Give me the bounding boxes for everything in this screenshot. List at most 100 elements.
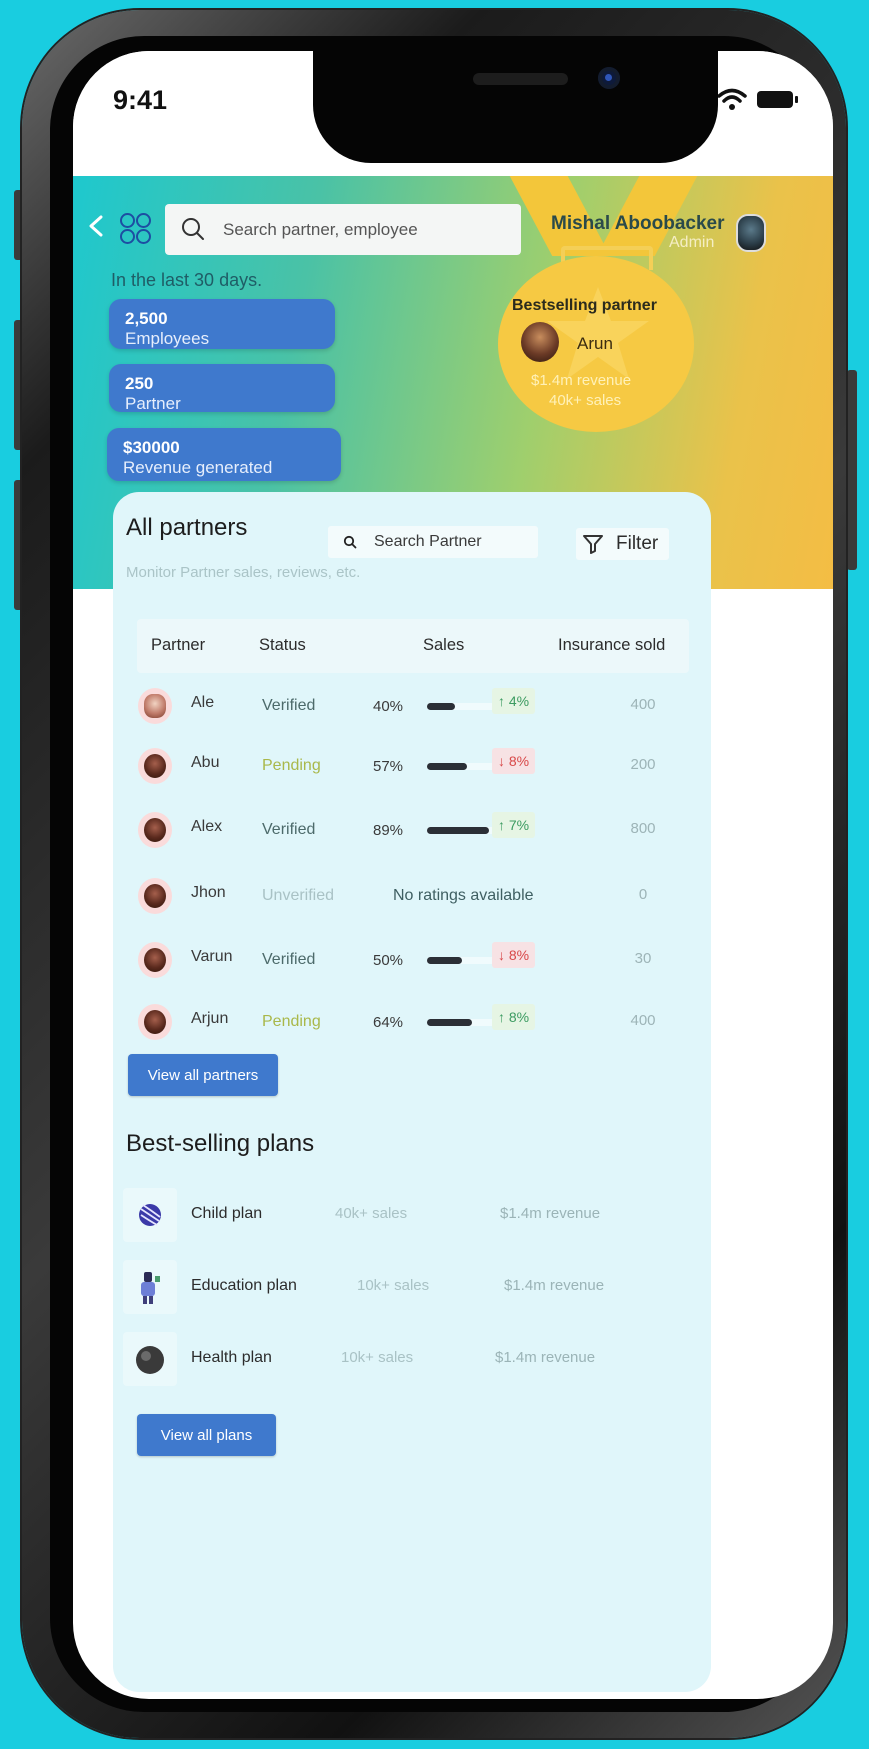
filter-button[interactable]: Filter bbox=[576, 528, 669, 560]
partner-name: Abu bbox=[191, 754, 220, 771]
stat-label: Revenue generated bbox=[123, 458, 273, 477]
plan-sales: 40k+ sales bbox=[335, 1205, 408, 1222]
plan-sales: 10k+ sales bbox=[357, 1277, 430, 1294]
sales-bar-fill bbox=[427, 703, 455, 710]
power-button bbox=[847, 370, 857, 570]
education-plan-icon bbox=[123, 1260, 177, 1314]
plan-name: Child plan bbox=[191, 1205, 263, 1222]
wifi-icon bbox=[717, 88, 747, 110]
stat-card-partners[interactable]: 250 Partner bbox=[109, 364, 335, 413]
plan-revenue: $1.4m revenue bbox=[495, 1349, 596, 1366]
partner-name: Arjun bbox=[191, 1010, 229, 1027]
table-row[interactable]: Varun Verified 50% ↓ 8% 30 bbox=[113, 938, 711, 994]
front-camera bbox=[598, 67, 620, 89]
insurance-sold: 200 bbox=[630, 756, 656, 773]
table-row[interactable]: Abu Pending 57% ↓ 8% 200 bbox=[113, 744, 711, 800]
partners-card: All partners Monitor Partner sales, revi… bbox=[113, 492, 711, 1692]
partner-name: Varun bbox=[191, 948, 233, 965]
table-row[interactable]: Ale Verified 40% ↑ 4% 400 bbox=[113, 684, 711, 740]
partner-avatar bbox=[138, 748, 172, 784]
sales-bar bbox=[427, 827, 497, 834]
insurance-sold: 400 bbox=[630, 1012, 656, 1029]
all-partners-subtitle: Monitor Partner sales, reviews, etc. bbox=[126, 564, 361, 581]
insurance-sold: 30 bbox=[634, 950, 652, 967]
battery-icon bbox=[757, 91, 798, 108]
stat-value: 2,500 bbox=[125, 309, 168, 328]
all-partners-title: All partners bbox=[126, 514, 248, 541]
plan-row-education[interactable]: Education plan 10k+ sales $1.4m revenue bbox=[113, 1260, 711, 1320]
no-ratings-text: No ratings available bbox=[393, 887, 534, 904]
partner-status: Pending bbox=[262, 1013, 321, 1030]
search-icon bbox=[343, 535, 357, 549]
partner-avatar bbox=[138, 812, 172, 848]
plan-revenue: $1.4m revenue bbox=[504, 1277, 605, 1294]
global-search-placeholder: Search partner, employee bbox=[223, 219, 418, 239]
sales-trend-badge: ↑ 4% bbox=[492, 688, 536, 714]
stat-label: Employees bbox=[125, 329, 210, 348]
speaker bbox=[473, 73, 568, 85]
apps-grid-icon[interactable] bbox=[120, 213, 154, 247]
user-name[interactable]: Mishal Aboobacker bbox=[551, 213, 725, 235]
bestselling-avatar bbox=[521, 322, 559, 362]
sales-trend-badge: ↓ 8% bbox=[492, 942, 536, 968]
table-row[interactable]: Arjun Pending 64% ↑ 8% 400 bbox=[113, 1000, 711, 1056]
partner-search-input[interactable]: Search Partner bbox=[328, 526, 538, 558]
partner-avatar bbox=[138, 1004, 172, 1040]
table-row[interactable]: Alex Verified 89% ↑ 7% 800 bbox=[113, 808, 711, 864]
search-icon bbox=[182, 217, 204, 240]
period-label: In the last 30 days. bbox=[111, 270, 263, 290]
stat-value: 250 bbox=[125, 374, 154, 393]
stat-card-revenue[interactable]: $30000 Revenue generated bbox=[107, 428, 341, 481]
sales-percent: 89% bbox=[373, 822, 404, 839]
partner-avatar bbox=[138, 878, 172, 914]
plan-revenue: $1.4m revenue bbox=[500, 1205, 601, 1222]
insurance-sold: 800 bbox=[630, 820, 656, 837]
partners-table-header: Partner Status Sales Insurance sold bbox=[137, 619, 689, 673]
back-icon[interactable] bbox=[86, 215, 108, 237]
column-header-partner: Partner bbox=[151, 636, 206, 654]
sales-trend-badge: ↑ 7% bbox=[492, 812, 536, 838]
sales-trend-badge: ↑ 8% bbox=[492, 1004, 536, 1030]
partner-status: Verified bbox=[262, 821, 316, 838]
sales-bar-fill bbox=[427, 827, 490, 834]
bestselling-revenue: $1.4m revenue bbox=[531, 372, 632, 389]
stat-value: $30000 bbox=[123, 438, 180, 457]
plan-row-health[interactable]: Health plan 10k+ sales $1.4m revenue bbox=[113, 1332, 711, 1392]
sales-percent: 57% bbox=[373, 758, 404, 775]
partner-status: Pending bbox=[262, 757, 321, 774]
partner-name: Ale bbox=[191, 694, 215, 711]
bestselling-sales: 40k+ sales bbox=[549, 392, 622, 409]
filter-label: Filter bbox=[616, 533, 659, 554]
global-search-input[interactable]: Search partner, employee bbox=[165, 204, 521, 255]
sales-bar-fill bbox=[427, 763, 467, 770]
sales-percent: 40% bbox=[373, 698, 404, 715]
column-header-insurance-sold: Insurance sold bbox=[558, 636, 666, 654]
partner-status: Verified bbox=[262, 697, 316, 714]
user-avatar[interactable] bbox=[736, 214, 766, 252]
sales-bar-fill bbox=[427, 1019, 472, 1026]
stat-card-employees[interactable]: 2,500 Employees bbox=[109, 299, 335, 349]
user-role: Admin bbox=[669, 234, 715, 251]
partner-search-placeholder: Search Partner bbox=[374, 533, 482, 550]
table-row[interactable]: Jhon Unverified No ratings available 0 bbox=[113, 874, 711, 930]
sales-bar-fill bbox=[427, 957, 462, 964]
sales-bar bbox=[427, 703, 497, 710]
sales-bar bbox=[427, 957, 497, 964]
sales-percent: 64% bbox=[373, 1014, 404, 1031]
bestselling-name: Arun bbox=[577, 334, 613, 353]
plan-sales: 10k+ sales bbox=[341, 1349, 414, 1366]
view-all-partners-button[interactable]: View all partners bbox=[128, 1054, 278, 1096]
insurance-sold: 400 bbox=[630, 696, 656, 713]
view-all-plans-button[interactable]: View all plans bbox=[137, 1414, 276, 1456]
sales-percent: 50% bbox=[373, 952, 404, 969]
plan-row-child[interactable]: Child plan 40k+ sales $1.4m revenue bbox=[113, 1188, 711, 1248]
partner-avatar bbox=[138, 688, 172, 724]
stat-label: Partner bbox=[125, 394, 181, 413]
partner-name: Jhon bbox=[191, 884, 226, 901]
partner-avatar bbox=[138, 942, 172, 978]
sales-bar bbox=[427, 763, 497, 770]
sales-trend-badge: ↓ 8% bbox=[492, 748, 536, 774]
status-time: 9:41 bbox=[113, 85, 168, 115]
child-plan-icon bbox=[123, 1188, 177, 1242]
best-selling-plans-title: Best-selling plans bbox=[126, 1130, 315, 1157]
